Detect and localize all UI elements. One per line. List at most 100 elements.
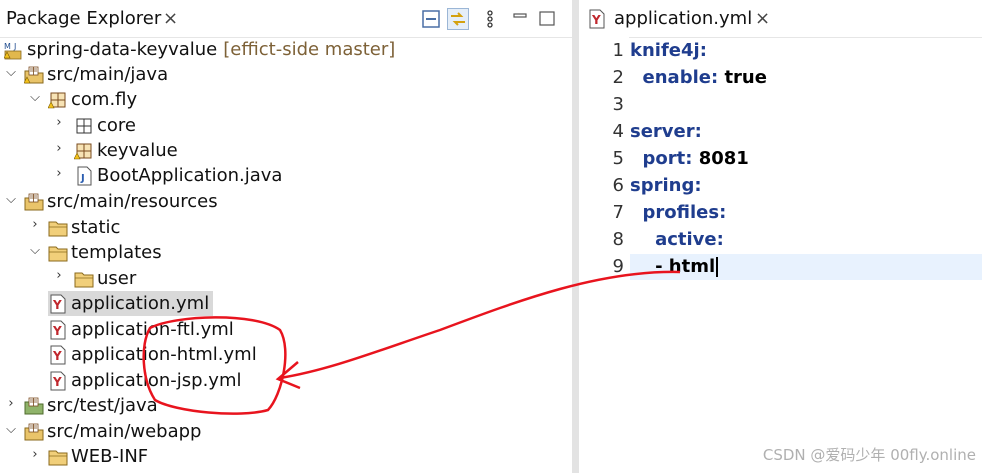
tree-item-src-main-java[interactable]: src/main/java (24, 62, 168, 87)
line-number: 2 (612, 67, 624, 88)
minimize-icon[interactable] (510, 9, 530, 29)
tree-item-label: src/main/webapp (47, 421, 202, 442)
code-line[interactable]: spring: (630, 175, 702, 196)
svg-text:Y: Y (591, 13, 601, 27)
yaml-key: port: (630, 148, 693, 169)
yaml-key: enable: (630, 67, 719, 88)
tree-item-label: src/main/resources (47, 191, 218, 212)
tree-item-application-html-yml[interactable]: Y application-html.yml (48, 342, 257, 367)
yaml-key: spring: (630, 175, 702, 196)
java-file-icon: J (77, 166, 92, 185)
line-number: 6 (612, 175, 624, 196)
line-number: 9 (612, 256, 624, 277)
tree-item-label: user (97, 268, 137, 289)
svg-text:M: M (4, 42, 11, 51)
tree-item-keyvalue[interactable]: keyvalue (74, 138, 178, 163)
close-icon[interactable]: × (755, 8, 770, 29)
folder-icon (74, 272, 94, 287)
tree-item-label: application-jsp.yml (71, 370, 242, 391)
line-number: 4 (612, 121, 624, 142)
maven-project-icon: M J (4, 42, 22, 59)
folder-icon (48, 221, 68, 236)
tree-item-application-ftl-yml[interactable]: Y application-ftl.yml (48, 317, 234, 342)
chevron-right-icon[interactable]: › (52, 166, 66, 181)
chevron-right-icon[interactable]: › (52, 141, 66, 156)
source-folder-icon (24, 193, 44, 210)
tree-item-src-main-webapp[interactable]: src/main/webapp (24, 419, 202, 444)
tree-item-label: application-ftl.yml (71, 319, 234, 340)
view-menu-icon[interactable] (480, 9, 500, 29)
tree-item-user[interactable]: user (74, 266, 136, 291)
yaml-key: server: (630, 121, 702, 142)
code-line[interactable]: enable: true (630, 67, 767, 88)
source-folder-icon (24, 66, 44, 83)
svg-text:Y: Y (52, 349, 62, 363)
collapse-all-icon[interactable] (421, 9, 441, 29)
tree-item-templates[interactable]: templates (48, 240, 162, 265)
yaml-key: active: (630, 229, 724, 250)
tree-item-project[interactable]: M J spring-data-keyvalue [effict-side ma… (4, 37, 395, 62)
package-explorer-tab-title[interactable]: Package Explorer (6, 8, 161, 29)
tree-item-label: templates (71, 242, 162, 263)
chevron-down-icon[interactable]: ⌵ (4, 65, 18, 80)
yaml-editor-view: Y application.yml × 1 2 3 4 5 6 7 8 9 kn… (579, 0, 982, 473)
chevron-right-icon[interactable]: › (52, 268, 66, 283)
tree-item-static[interactable]: static (48, 215, 120, 240)
tree-item-label: application-html.yml (71, 344, 257, 365)
line-number: 1 (612, 40, 624, 61)
tree-item-label: src/main/java (47, 64, 169, 85)
tree-item-bootapplication[interactable]: J BootApplication.java (74, 163, 282, 188)
tree-item-label: spring-data-keyvalue (27, 39, 218, 60)
svg-text:Y: Y (52, 324, 62, 338)
yaml-file-icon: Y (589, 9, 605, 29)
tree-item-web-inf[interactable]: WEB-INF (48, 444, 148, 469)
folder-icon (48, 450, 68, 465)
maximize-icon[interactable] (537, 9, 557, 29)
line-number: 5 (612, 148, 624, 169)
editor-tab-title[interactable]: application.yml (614, 8, 752, 29)
chevron-down-icon[interactable]: ⌵ (4, 192, 18, 207)
tree-item-label: core (97, 115, 136, 136)
tree-item-core[interactable]: core (74, 113, 136, 138)
code-line[interactable]: knife4j: (630, 40, 707, 61)
tree-item-label: WEB-INF (71, 446, 149, 467)
view-divider[interactable] (572, 0, 579, 473)
tree-item-label: src/test/java (47, 395, 158, 416)
yaml-file-icon: Y (50, 371, 66, 390)
package-explorer-view: Package Explorer × M J spring-data-keyva… (0, 0, 572, 473)
line-number: 7 (612, 202, 624, 223)
package-icon (48, 92, 66, 108)
yaml-key: knife4j: (630, 40, 707, 61)
chevron-down-icon[interactable]: ⌵ (28, 243, 42, 258)
chevron-right-icon[interactable]: › (28, 217, 42, 232)
tree-item-label: static (71, 217, 121, 238)
link-with-editor-icon[interactable] (447, 8, 469, 30)
line-number: 3 (612, 94, 624, 115)
editor-tabbar: Y application.yml × (579, 0, 982, 38)
chevron-right-icon[interactable]: › (52, 115, 66, 130)
chevron-down-icon[interactable]: ⌵ (28, 90, 42, 105)
tree-item-label: BootApplication.java (97, 165, 283, 186)
svg-text:J: J (80, 173, 85, 184)
code-line[interactable]: port: 8081 (630, 148, 749, 169)
tree-item-label: application.yml (71, 293, 210, 314)
tree-item-label: keyvalue (97, 140, 178, 161)
code-line[interactable]: active: (630, 229, 724, 250)
package-explorer-tabbar: Package Explorer × (0, 0, 572, 38)
watermark: CSDN @爱码少年 00fly.online (762, 446, 976, 464)
yaml-key: profiles: (630, 202, 727, 223)
chevron-down-icon[interactable]: ⌵ (4, 422, 18, 437)
chevron-right-icon[interactable]: › (28, 447, 42, 462)
yaml-file-icon: Y (50, 345, 66, 364)
line-number: 8 (612, 229, 624, 250)
code-line-current[interactable]: - html (630, 256, 719, 277)
close-icon[interactable]: × (163, 8, 178, 29)
tree-item-application-jsp-yml[interactable]: Y application-jsp.yml (48, 368, 242, 393)
chevron-right-icon[interactable]: › (4, 396, 18, 411)
code-line[interactable]: profiles: (630, 202, 727, 223)
code-line[interactable]: server: (630, 121, 702, 142)
tree-item-src-main-resources[interactable]: src/main/resources (24, 189, 218, 214)
tree-item-src-test-java[interactable]: src/test/java (24, 393, 158, 418)
tree-item-application-yml[interactable]: Y application.yml (48, 291, 214, 316)
tree-item-com-fly[interactable]: com.fly (48, 87, 137, 112)
